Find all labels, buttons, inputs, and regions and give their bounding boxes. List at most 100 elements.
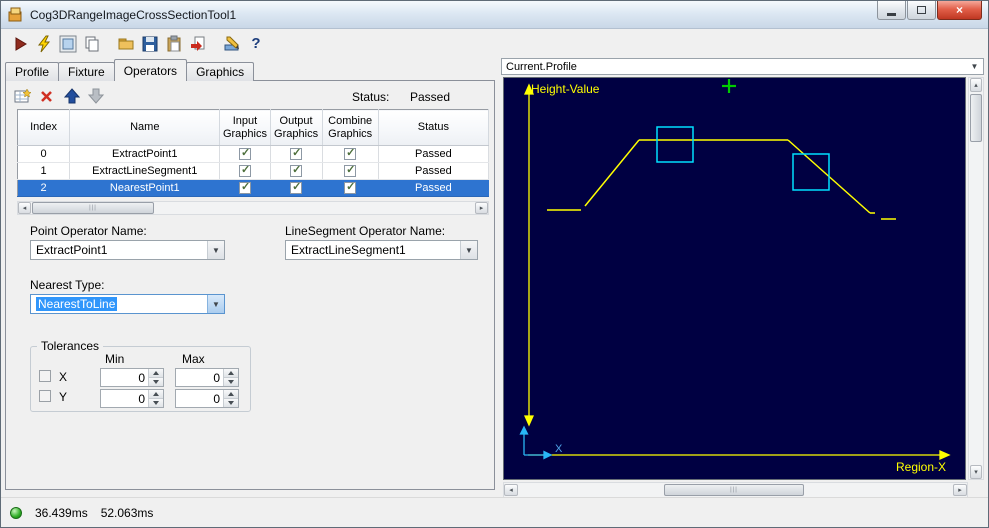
- table-h-scrollbar[interactable]: ◂ ||| ▸: [17, 201, 489, 215]
- cell-status: Passed: [378, 162, 490, 180]
- cell-index: 2: [17, 179, 71, 197]
- scroll-up-icon[interactable]: ▴: [970, 78, 982, 92]
- combine-graphics-checkbox[interactable]: [344, 163, 357, 178]
- stepper-down-icon[interactable]: [223, 377, 238, 386]
- col-header-input-graphics[interactable]: Input Graphics: [219, 109, 271, 146]
- arrow-down-icon: [88, 88, 104, 104]
- origin-x-label: X: [555, 443, 563, 455]
- tab-fixture[interactable]: Fixture: [58, 62, 115, 81]
- move-down-button[interactable]: [86, 86, 106, 106]
- close-button[interactable]: ×: [937, 1, 982, 20]
- cell-name: ExtractLineSegment1: [69, 162, 221, 180]
- output-graphics-checkbox[interactable]: [290, 180, 303, 195]
- stepper-down-icon[interactable]: [148, 377, 163, 386]
- delete-operator-button[interactable]: [36, 86, 56, 106]
- chevron-down-icon[interactable]: ▼: [460, 241, 477, 259]
- setup-button[interactable]: [220, 32, 244, 56]
- min-column-label: Min: [105, 352, 125, 366]
- stepper-up-icon[interactable]: [148, 390, 163, 398]
- input-graphics-checkbox[interactable]: [238, 180, 251, 195]
- profile-v-scrollbar[interactable]: ▴ ▾: [968, 77, 984, 480]
- nearest-type-label: Nearest Type:: [30, 278, 105, 292]
- display-toggle-button[interactable]: [56, 32, 80, 56]
- scroll-right-icon[interactable]: ▸: [953, 484, 967, 496]
- col-header-status[interactable]: Status: [378, 109, 490, 146]
- stepper-up-icon[interactable]: [223, 369, 238, 377]
- tolerance-x-min-stepper[interactable]: 0: [100, 368, 164, 387]
- tolerance-y-min-stepper[interactable]: 0: [100, 389, 164, 408]
- maximize-button[interactable]: [907, 1, 936, 20]
- paste-icon: [167, 35, 181, 51]
- combobox-value: NearestToLine: [36, 297, 118, 311]
- col-header-index[interactable]: Index: [17, 109, 71, 146]
- profile-panel: Current.Profile ▼ Height-Value Region-X …: [501, 58, 984, 498]
- tolerance-y-checkbox[interactable]: [39, 390, 51, 402]
- tolerance-y-label: Y: [59, 390, 68, 404]
- stepper-up-icon[interactable]: [148, 369, 163, 377]
- save-button[interactable]: [138, 32, 162, 56]
- tolerance-x-max-stepper[interactable]: 0: [175, 368, 239, 387]
- table-row[interactable]: 0 ExtractPoint1 Passed: [17, 145, 490, 163]
- height-axis-label: Height-Value: [531, 82, 600, 96]
- tab-label: Graphics: [196, 65, 245, 79]
- chevron-down-icon[interactable]: ▼: [207, 295, 224, 313]
- scroll-left-icon[interactable]: ◂: [504, 484, 518, 496]
- chevron-down-icon[interactable]: ▼: [966, 59, 983, 74]
- scroll-right-icon[interactable]: ▸: [475, 202, 488, 214]
- help-button[interactable]: ?: [244, 32, 268, 56]
- nearest-type-combobox[interactable]: NearestToLine ▼: [30, 294, 225, 314]
- run-icon: [15, 36, 27, 51]
- profile-line: [584, 139, 640, 207]
- output-graphics-checkbox[interactable]: [290, 163, 303, 178]
- input-graphics-checkbox[interactable]: [238, 163, 251, 178]
- stepper-down-icon[interactable]: [148, 398, 163, 407]
- stepper-up-icon[interactable]: [223, 390, 238, 398]
- linesegment-operator-combobox[interactable]: ExtractLineSegment1 ▼: [285, 240, 478, 260]
- tab-strip: Profile Fixture Operators Graphics: [5, 59, 255, 81]
- profile-h-scrollbar[interactable]: ◂ ||| ▸: [503, 482, 968, 498]
- scroll-left-icon[interactable]: ◂: [18, 202, 31, 214]
- minimize-button[interactable]: [877, 1, 906, 20]
- tab-label: Operators: [123, 63, 178, 78]
- combine-graphics-checkbox[interactable]: [344, 180, 357, 195]
- title-bar[interactable]: Cog3DRangeImageCrossSectionTool1 ×: [1, 1, 988, 29]
- scroll-thumb[interactable]: [970, 94, 982, 142]
- point-operator-label: Point Operator Name:: [30, 224, 147, 238]
- stepper-value: 0: [138, 392, 145, 406]
- tool-window: Cog3DRangeImageCrossSectionTool1 × ? Pro…: [0, 0, 989, 528]
- scroll-down-icon[interactable]: ▾: [970, 465, 982, 479]
- col-header-combine-graphics[interactable]: Combine Graphics: [322, 109, 379, 146]
- tab-profile[interactable]: Profile: [5, 62, 60, 81]
- tolerance-y-max-stepper[interactable]: 0: [175, 389, 239, 408]
- electric-run-button[interactable]: [32, 32, 56, 56]
- paste-button[interactable]: [162, 32, 186, 56]
- scroll-thumb[interactable]: |||: [32, 202, 154, 214]
- open-button[interactable]: [114, 32, 138, 56]
- table-row-selected[interactable]: 2 NearestPoint1 Passed: [17, 179, 490, 197]
- scroll-thumb[interactable]: |||: [664, 484, 804, 496]
- profile-plot[interactable]: Height-Value Region-X X: [503, 77, 966, 480]
- maximize-icon: [917, 6, 926, 14]
- cell-index: 0: [17, 145, 71, 163]
- col-header-name[interactable]: Name: [69, 109, 221, 146]
- stepper-down-icon[interactable]: [223, 398, 238, 407]
- input-graphics-checkbox[interactable]: [238, 146, 251, 161]
- tab-graphics[interactable]: Graphics: [186, 62, 255, 81]
- plot-axes: [523, 83, 951, 461]
- move-up-button[interactable]: [62, 86, 82, 106]
- tab-operators[interactable]: Operators: [113, 59, 188, 81]
- combobox-value: ExtractPoint1: [36, 243, 108, 257]
- point-operator-combobox[interactable]: ExtractPoint1 ▼: [30, 240, 225, 260]
- add-operator-button[interactable]: [12, 86, 32, 106]
- col-header-output-graphics[interactable]: Output Graphics: [270, 109, 323, 146]
- chevron-down-icon[interactable]: ▼: [207, 241, 224, 259]
- display-source-combobox[interactable]: Current.Profile ▼: [501, 58, 984, 75]
- import-button[interactable]: [186, 32, 210, 56]
- table-row[interactable]: 1 ExtractLineSegment1 Passed: [17, 162, 490, 180]
- combine-graphics-checkbox[interactable]: [344, 146, 357, 161]
- run-button[interactable]: [8, 32, 32, 56]
- tolerance-x-checkbox[interactable]: [39, 370, 51, 382]
- help-icon: ?: [251, 35, 261, 52]
- copy-button[interactable]: [80, 32, 104, 56]
- output-graphics-checkbox[interactable]: [290, 146, 303, 161]
